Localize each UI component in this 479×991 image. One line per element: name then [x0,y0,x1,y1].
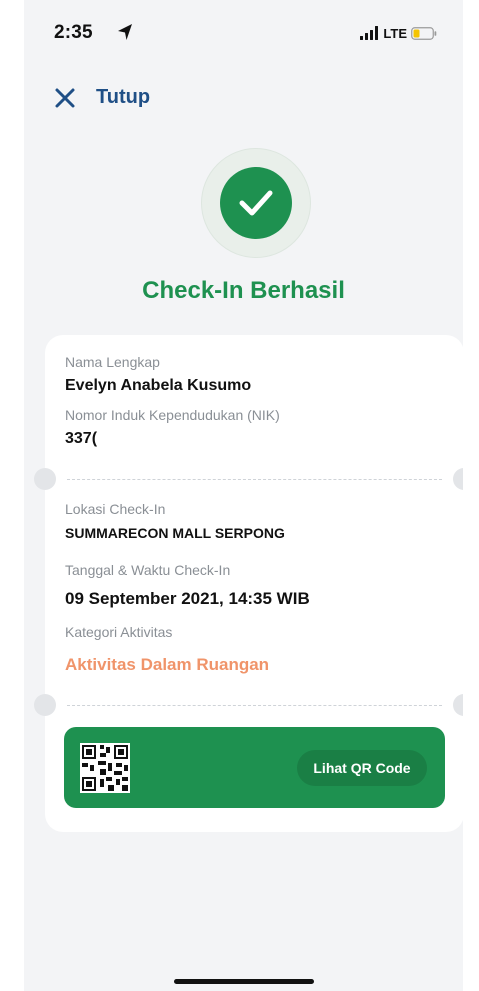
close-label: Tutup [96,86,151,108]
nik-label: Nomor Induk Kependudukan (NIK) [65,407,280,423]
datetime-label: Tanggal & Waktu Check-In [65,562,231,578]
card-notch-left [34,468,56,490]
location-label: Lokasi Check-In [65,501,166,517]
nik-value: 337( [65,430,98,447]
qr-code-icon [80,743,130,793]
status-time: 2:35 [54,22,93,43]
card-divider [67,479,442,480]
location-arrow-icon [118,24,132,40]
network-type: LTE [383,25,407,41]
checkin-card: Nama Lengkap Evelyn Anabela Kusumo Nomor… [34,335,463,832]
home-indicator[interactable] [174,979,314,984]
battery-icon [411,26,437,40]
card-notch-right [453,468,463,490]
phone-screen: 2:35 LTE Tutup Check-In Berhasil Nama Le… [24,0,463,991]
success-title: Check-In Berhasil [142,277,345,304]
status-indicators: LTE [360,24,437,42]
category-value: Aktivitas Dalam Ruangan [65,655,270,674]
name-value: Evelyn Anabela Kusumo [65,377,252,394]
success-badge [201,148,311,258]
view-qr-code-button[interactable]: Lihat QR Code [297,750,427,786]
success-circle [220,167,292,239]
datetime-value: 09 September 2021, 14:35 WIB [65,589,310,608]
location-value: SUMMARECON MALL SERPONG [65,525,285,541]
checkmark-icon [239,190,273,216]
close-button[interactable]: Tutup [54,86,150,109]
card-notch-right-2 [453,694,463,716]
qr-banner[interactable]: Lihat QR Code [64,727,445,808]
signal-icon [360,26,379,40]
card-divider-2 [67,705,442,706]
card-notch-left-2 [34,694,56,716]
name-label: Nama Lengkap [65,354,160,370]
close-icon [55,88,75,107]
category-label: Kategori Aktivitas [65,624,173,640]
